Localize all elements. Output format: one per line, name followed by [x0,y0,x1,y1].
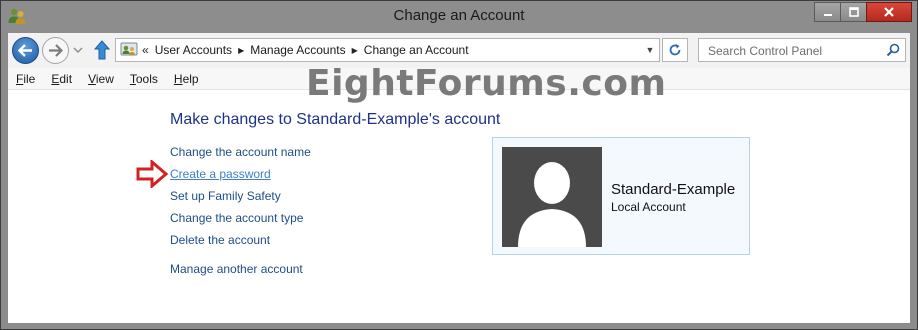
search-placeholder: Search Control Panel [708,44,823,58]
minimize-button[interactable] [814,2,841,22]
create-password-link[interactable]: Create a password [170,167,271,181]
breadcrumb-change-an-account[interactable]: Change an Account [364,43,469,57]
arrow-right-icon [49,44,63,57]
breadcrumb-manage-accounts[interactable]: Manage Accounts [250,43,345,57]
page-title: Make changes to Standard-Example's accou… [170,111,501,128]
maximize-icon [848,7,859,17]
arrow-left-icon [18,44,32,57]
account-type: Local Account [611,200,686,214]
search-icon[interactable] [886,43,900,57]
avatar [502,147,602,247]
maximize-button[interactable] [840,2,867,22]
menu-help-accelerator: H [173,71,183,86]
address-dropdown-icon[interactable]: ▼ [641,39,659,61]
menu-tools-label: ools [135,71,158,86]
menu-file[interactable]: File [16,72,35,86]
breadcrumb-separator-icon[interactable]: ▶ [352,46,358,55]
window-title: Change an Account [393,7,525,24]
recent-locations-chevron-icon[interactable] [72,45,84,55]
highlight-arrow-icon [136,160,168,188]
menu-view[interactable]: View [88,72,114,86]
menu-edit[interactable]: Edit [51,72,72,86]
change-account-name-link[interactable]: Change the account name [170,145,311,159]
account-card: Standard-Example Local Account [492,137,750,255]
account-name: Standard-Example [611,181,736,198]
manage-another-account-link[interactable]: Manage another account [170,262,303,276]
menu-help-label: elp [182,71,199,86]
close-button[interactable] [866,2,912,22]
menu-file-label: ile [23,71,36,86]
window: Change an Account « User Accounts ▶ Mana… [0,0,918,330]
up-arrow-icon[interactable] [93,40,111,60]
breadcrumb-user-accounts[interactable]: User Accounts [155,43,232,57]
title-bar[interactable]: Change an Account [1,1,917,33]
content-pane: EightForums.com Make changes to Standard… [8,63,910,323]
breadcrumb: « User Accounts ▶ Manage Accounts ▶ Chan… [142,43,469,57]
menu-edit-label: dit [59,71,73,86]
menu-tools[interactable]: Tools [130,72,158,86]
breadcrumb-overflow[interactable]: « [142,43,149,57]
menu-help[interactable]: Help [174,72,199,86]
control-panel-icon [120,42,138,56]
close-icon [884,7,894,17]
change-account-type-link[interactable]: Change the account type [170,211,303,225]
watermark: EightForums.com [306,63,667,104]
refresh-button[interactable] [662,38,688,62]
refresh-icon [669,44,681,56]
address-bar[interactable]: « User Accounts ▶ Manage Accounts ▶ Chan… [115,38,660,62]
menu-view-accelerator: V [88,71,96,86]
forward-button[interactable] [42,37,69,64]
minimize-icon [823,14,832,16]
delete-account-link[interactable]: Delete the account [170,233,270,247]
back-button[interactable] [12,37,39,64]
search-input[interactable]: Search Control Panel [698,38,906,62]
user-silhouette-icon [518,162,586,247]
window-bottom-border [8,323,910,329]
breadcrumb-separator-icon[interactable]: ▶ [238,46,244,55]
caption-buttons [814,2,912,23]
menu-view-label: iew [95,71,114,86]
family-safety-link[interactable]: Set up Family Safety [170,189,281,203]
